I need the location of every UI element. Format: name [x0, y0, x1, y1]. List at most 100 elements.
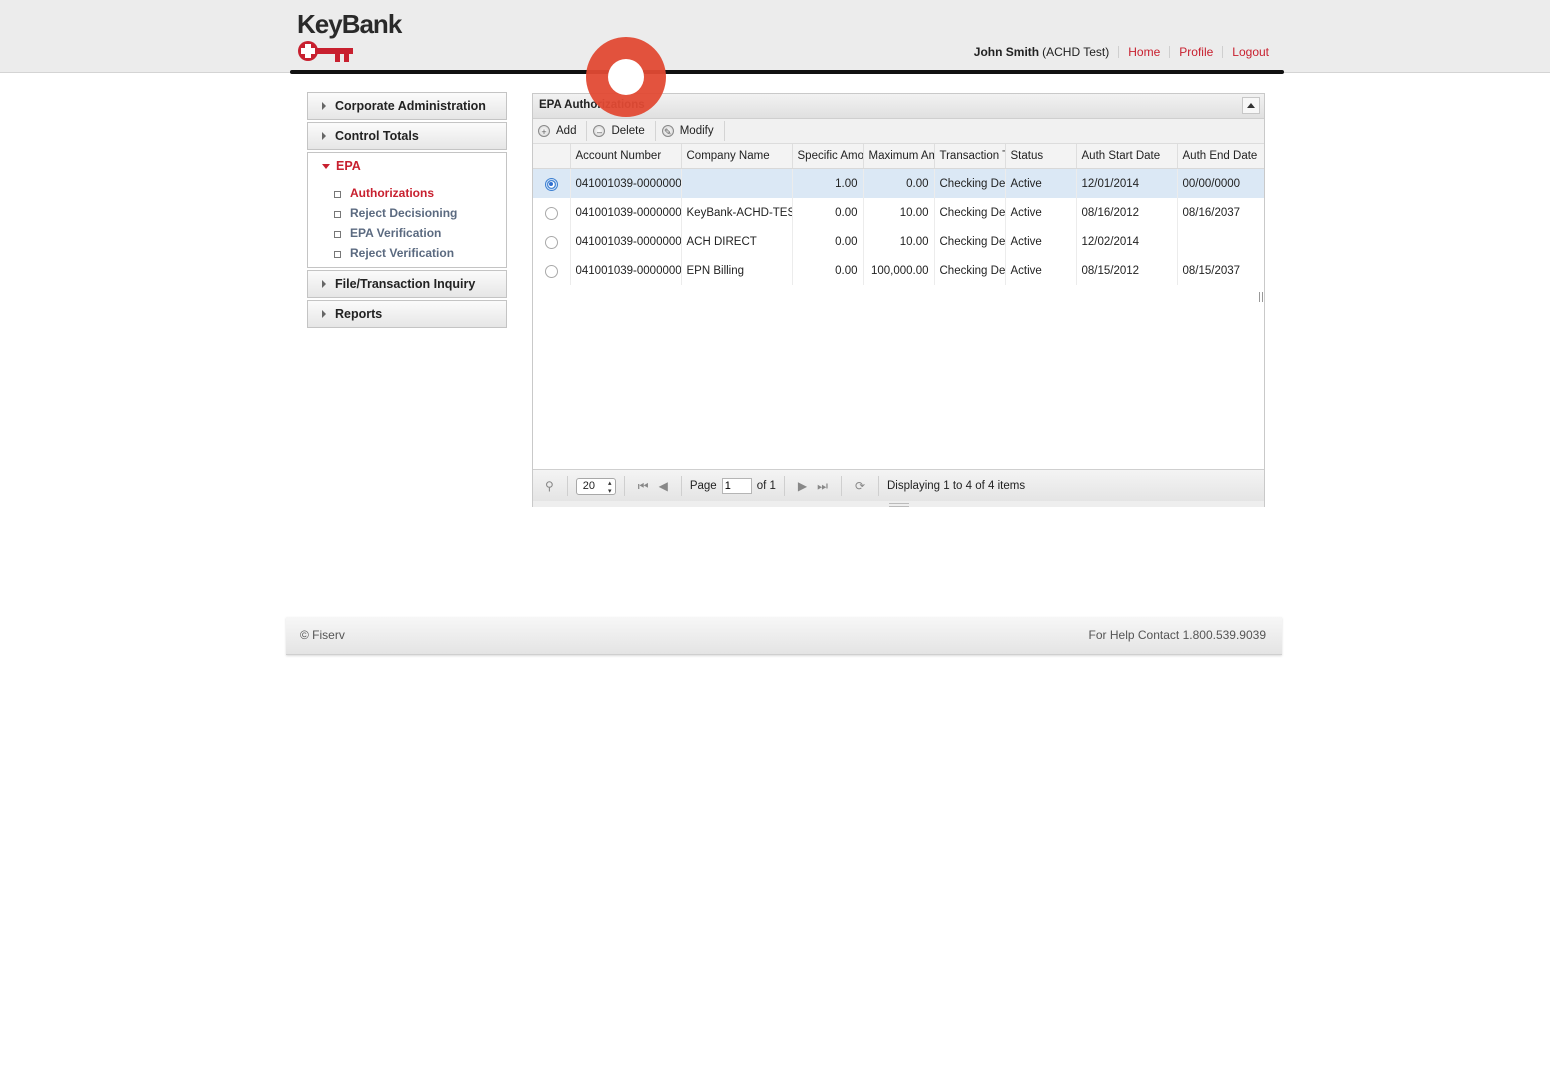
- bullet-icon: [334, 250, 341, 258]
- sidebar-subitem-authorizations[interactable]: Authorizations: [334, 183, 506, 203]
- user-name: John Smith: [973, 45, 1040, 59]
- pager-divider: [566, 476, 568, 496]
- row-select-cell: [533, 256, 570, 285]
- row-select-cell: [533, 168, 570, 198]
- auth-end-date-cell: 00/00/0000: [1176, 168, 1264, 198]
- column-header-auth-end-date[interactable]: Auth End Date: [1176, 144, 1264, 169]
- keybank-logo[interactable]: KeyBank: [297, 10, 417, 66]
- add-button[interactable]: + Add: [538, 121, 588, 141]
- modify-button[interactable]: ✎ Modify: [661, 121, 725, 141]
- pager-divider: [783, 476, 785, 496]
- sidebar-subitem-reject-decisioning[interactable]: Reject Decisioning: [334, 203, 506, 223]
- search-icon[interactable]: ⚲: [545, 479, 554, 493]
- pencil-icon: ✎: [661, 125, 674, 137]
- subitem-label: Reject Decisioning: [350, 206, 458, 220]
- transaction-type-cell: Checking Del: [933, 256, 1005, 285]
- table-row[interactable]: 041001039-0000000C ACH DIRECT 0.00 10.00…: [533, 227, 1264, 256]
- minus-icon: –: [593, 125, 606, 137]
- last-page-icon[interactable]: ⏭: [817, 479, 828, 494]
- row-select-cell: [533, 198, 570, 227]
- page-number-input[interactable]: [721, 478, 752, 494]
- column-header-maximum-amount[interactable]: Maximum Am: [862, 144, 934, 169]
- column-header-auth-start-date[interactable]: Auth Start Date: [1075, 144, 1177, 169]
- pager-divider: [840, 476, 842, 496]
- table-header-row: Account Number Company Name Specific Amo…: [533, 144, 1264, 169]
- header-divider: [290, 70, 1284, 74]
- help-contact-text: For Help Contact 1.800.539.9039: [1088, 628, 1266, 642]
- first-page-icon[interactable]: ⏮: [638, 479, 649, 494]
- sidebar-item-epa[interactable]: EPA: [308, 153, 506, 179]
- vertical-scrollbar-grip[interactable]: [1259, 292, 1263, 302]
- home-link[interactable]: Home: [1128, 45, 1160, 59]
- chevron-down-icon: [322, 163, 330, 169]
- column-header-status[interactable]: Status: [1004, 144, 1076, 169]
- status-cell: Active: [1004, 198, 1076, 227]
- authorizations-table: Account Number Company Name Specific Amo…: [533, 144, 1264, 285]
- logout-link[interactable]: Logout: [1232, 45, 1269, 59]
- column-header-transaction-type[interactable]: Transaction T: [933, 144, 1005, 169]
- row-radio[interactable]: [544, 206, 558, 220]
- bullet-icon: [334, 210, 341, 218]
- footer: © Fiserv For Help Contact 1.800.539.9039: [286, 617, 1282, 655]
- company-name-cell: KeyBank-ACHD-TEST: [680, 198, 792, 227]
- sidebar-subitem-epa-verification[interactable]: EPA Verification: [334, 223, 506, 243]
- sidebar-item-file-transaction-inquiry[interactable]: File/Transaction Inquiry: [307, 270, 507, 298]
- auth-end-date-cell: [1176, 227, 1264, 256]
- sidebar-item-corporate-administration[interactable]: Corporate Administration: [307, 92, 507, 120]
- panel-toolbar: + Add – Delete ✎ Modify: [533, 119, 1264, 144]
- copyright-text: © Fiserv: [300, 628, 345, 642]
- panel-resize-bar[interactable]: [533, 501, 1264, 507]
- refresh-icon[interactable]: ⟳: [855, 479, 865, 493]
- user-nav: John Smith (ACHD Test) Home Profile Logo…: [974, 45, 1269, 59]
- specific-amount-cell: 0.00: [791, 256, 863, 285]
- row-radio[interactable]: [544, 264, 558, 278]
- account-number-cell: 041001039-0000000C: [569, 256, 681, 285]
- prev-page-icon[interactable]: ◀: [659, 479, 668, 493]
- subitem-label: Reject Verification: [350, 246, 455, 260]
- sidebar-subitem-reject-verification[interactable]: Reject Verification: [334, 243, 506, 263]
- profile-link[interactable]: Profile: [1179, 45, 1213, 59]
- table-row[interactable]: 041001039-0000000C KeyBank-ACHD-TEST 0.0…: [533, 198, 1264, 227]
- next-page-icon[interactable]: ▶: [798, 479, 807, 493]
- maximum-amount-cell: 100,000.00: [862, 256, 934, 285]
- row-radio[interactable]: [544, 177, 558, 191]
- header-band: [0, 0, 1550, 73]
- sidebar-item-label: Control Totals: [335, 129, 419, 143]
- column-header-company-name[interactable]: Company Name: [680, 144, 792, 169]
- auth-start-date-cell: 12/01/2014: [1075, 168, 1177, 198]
- row-radio[interactable]: [544, 235, 558, 249]
- column-header-account-number[interactable]: Account Number: [569, 144, 681, 169]
- maximum-amount-cell: 10.00: [862, 198, 934, 227]
- page-count-label: of 1: [756, 480, 776, 492]
- auth-end-date-cell: 08/15/2037: [1176, 256, 1264, 285]
- row-select-cell: [533, 227, 570, 256]
- nav-divider: [1169, 46, 1171, 58]
- pager-divider: [680, 476, 682, 496]
- table-row[interactable]: 041001039-0000000C EPN Billing 0.00 100,…: [533, 256, 1264, 285]
- status-cell: Active: [1004, 168, 1076, 198]
- transaction-type-cell: Checking Del: [933, 198, 1005, 227]
- sidebar-item-reports[interactable]: Reports: [307, 300, 507, 328]
- sidebar-item-label: File/Transaction Inquiry: [335, 277, 476, 291]
- collapse-toggle-button[interactable]: [1242, 97, 1260, 114]
- maximum-amount-cell: 10.00: [862, 227, 934, 256]
- status-cell: Active: [1004, 227, 1076, 256]
- chevron-right-icon: [322, 102, 326, 110]
- rows-per-page-select[interactable]: 20: [575, 477, 616, 495]
- sidebar-item-label: Reports: [335, 307, 383, 321]
- plus-icon: +: [538, 125, 550, 137]
- subitem-label: EPA Verification: [350, 226, 442, 240]
- specific-amount-cell: 0.00: [791, 227, 863, 256]
- select-column-header: [533, 144, 570, 169]
- table-row[interactable]: 041001039-0000000C 1.00 0.00 Checking De…: [533, 168, 1264, 198]
- pagination-bar: ⚲ 20 ⏮ ◀ Page of 1 ▶ ⏭ ⟳ Displaying 1 to…: [533, 469, 1264, 502]
- account-number-cell: 041001039-0000000C: [569, 198, 681, 227]
- column-header-specific-amount[interactable]: Specific Amo: [791, 144, 863, 169]
- sidebar-item-label: EPA: [336, 159, 361, 173]
- delete-label: Delete: [611, 125, 645, 137]
- resize-grip-icon: [889, 503, 909, 507]
- delete-button[interactable]: – Delete: [593, 121, 656, 141]
- sidebar-item-control-totals[interactable]: Control Totals: [307, 122, 507, 150]
- sidebar: Corporate Administration Control Totals …: [307, 92, 507, 330]
- maximum-amount-cell: 0.00: [862, 168, 934, 198]
